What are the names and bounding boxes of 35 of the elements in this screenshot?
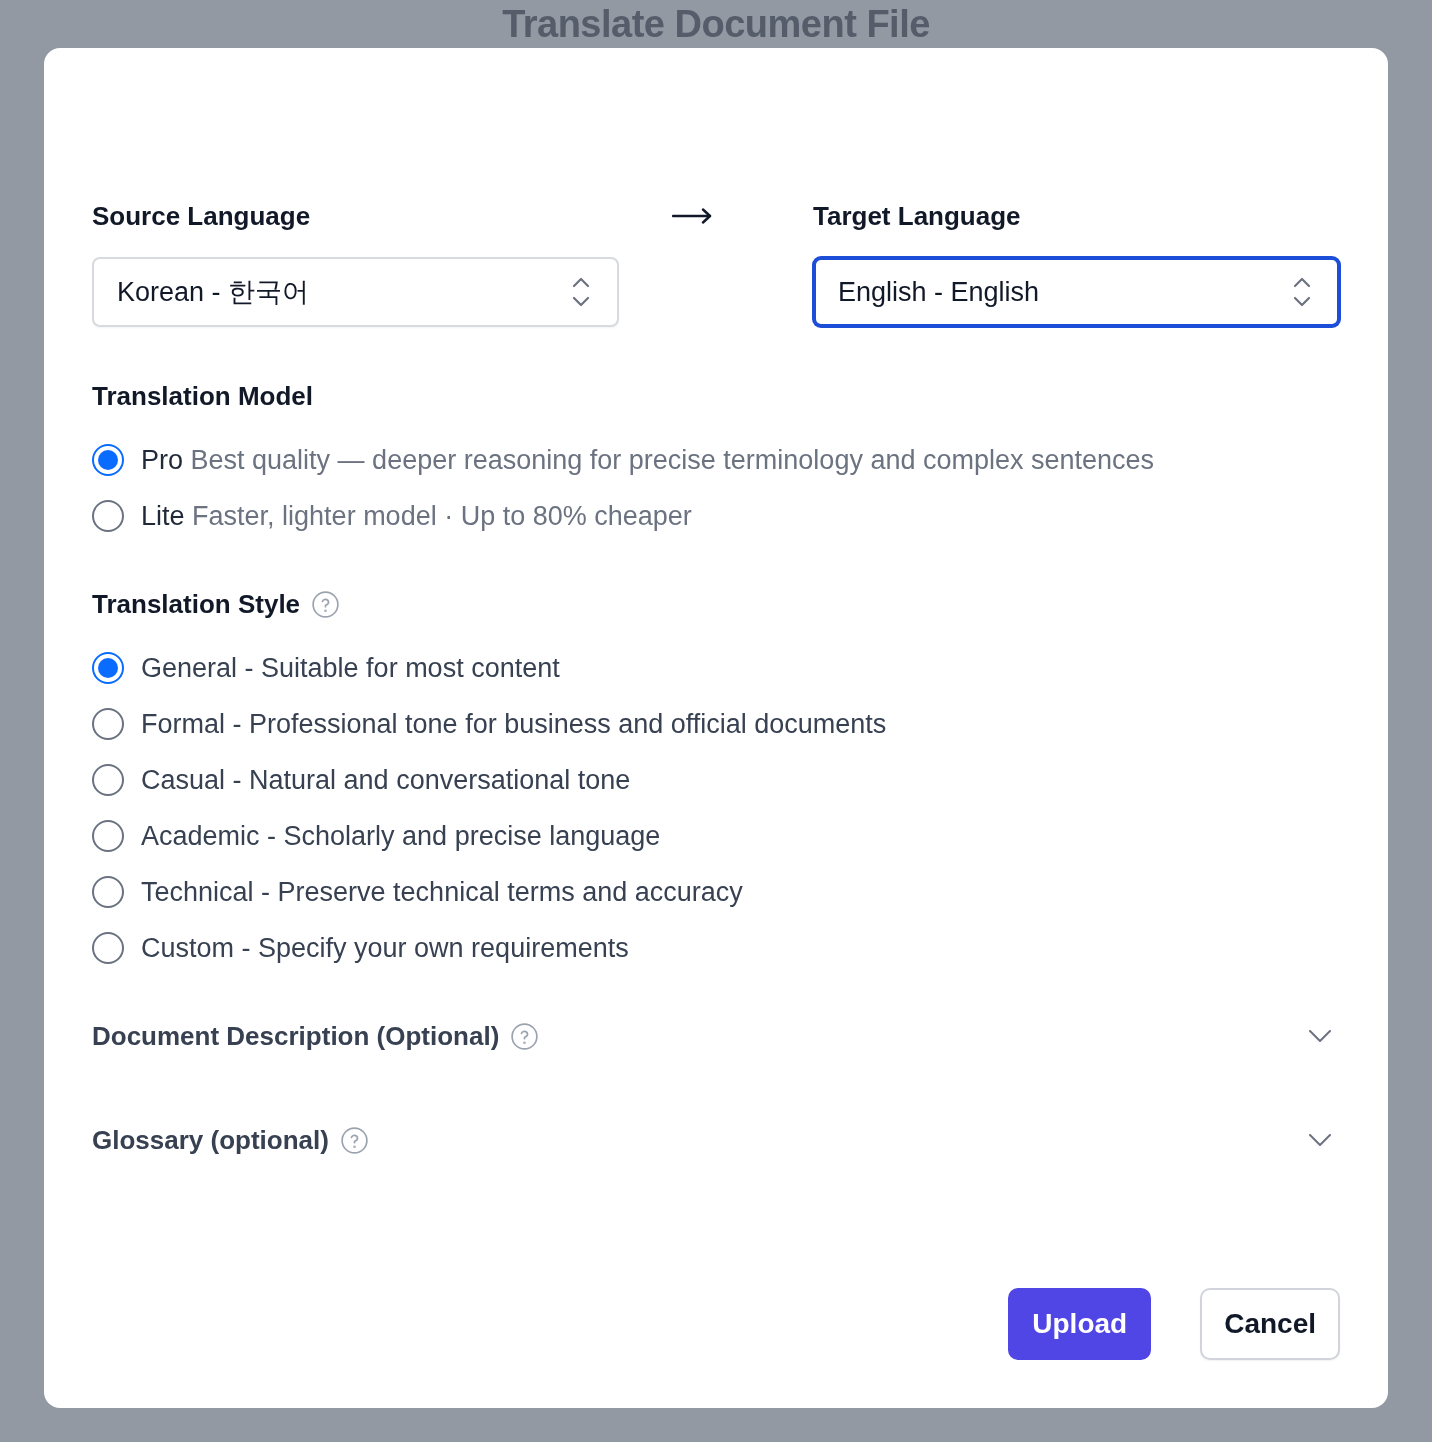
- radio-button[interactable]: [92, 444, 124, 476]
- accordion-header[interactable]: Document Description (Optional): [92, 1020, 1340, 1052]
- help-icon[interactable]: [340, 1126, 368, 1154]
- help-icon[interactable]: [511, 1022, 539, 1050]
- chevron-up-down-icon: [1293, 277, 1311, 307]
- radio-button[interactable]: [92, 820, 124, 852]
- field-label: Target Language: [813, 200, 1021, 232]
- accordion-header[interactable]: Glossary (optional): [92, 1124, 1340, 1156]
- field-label: Source Language: [92, 200, 311, 232]
- option-label: Formal - Professional tone for business and official documents: [141, 708, 887, 740]
- chevron-down-icon: [1309, 1030, 1331, 1042]
- section-title: Translation Style: [92, 588, 301, 620]
- chevron-down-icon: [1309, 1134, 1331, 1146]
- option-label: General - Suitable for most content: [141, 652, 560, 684]
- cancel-button[interactable]: Cancel: [1200, 1288, 1340, 1360]
- radio-button[interactable]: [92, 764, 124, 796]
- help-icon[interactable]: [312, 590, 340, 618]
- chevron-up-down-icon: [572, 277, 590, 307]
- radio-button[interactable]: [92, 932, 124, 964]
- upload-button[interactable]: Upload: [1008, 1288, 1152, 1360]
- option-label: Academic - Scholarly and precise language: [141, 820, 661, 852]
- option-label: Technical - Preserve technical terms and accuracy: [141, 876, 743, 908]
- option-label: Custom - Specify your own requirements: [141, 932, 629, 964]
- arrow-right-icon: [672, 208, 712, 224]
- radio-button[interactable]: [92, 652, 124, 684]
- select-field[interactable]: Korean - 한국어: [92, 257, 619, 327]
- option-label: Casual - Natural and conversational tone: [141, 764, 631, 796]
- radio-button[interactable]: [92, 708, 124, 740]
- radio-button[interactable]: [92, 876, 124, 908]
- radio-button[interactable]: [92, 500, 124, 532]
- section-title: Translation Model: [92, 380, 314, 412]
- page-title: Translate Document File: [502, 2, 930, 46]
- select-field[interactable]: English - English: [813, 257, 1340, 327]
- option-label: Lite Faster, lighter model · Up to 80% cheaper: [141, 500, 692, 532]
- option-label: Pro Best quality — deeper reasoning for precise terminology and complex sentences: [141, 444, 1155, 476]
